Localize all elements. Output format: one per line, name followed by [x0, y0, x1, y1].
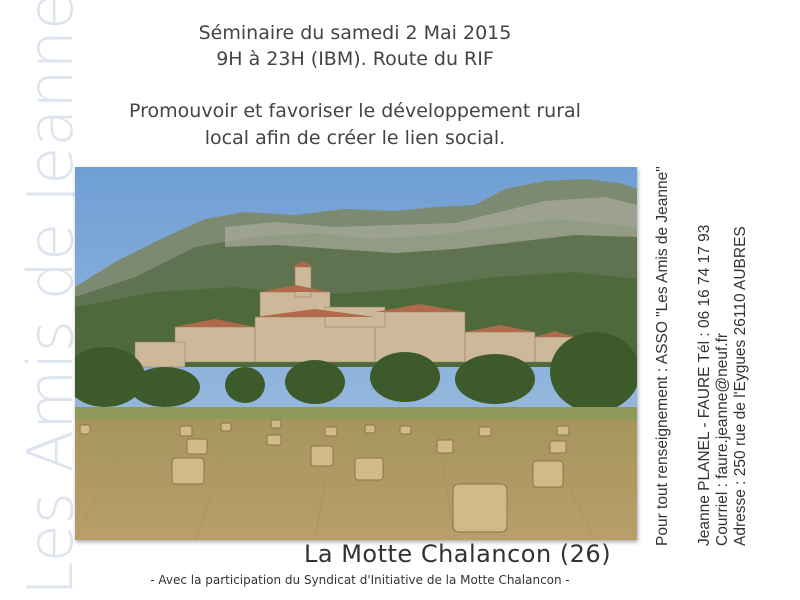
contact-info-line: Pour tout renseignement : ASSO "Les Amis…	[654, 166, 671, 546]
seminar-time: 9H à 23H (IBM). Route du RIF	[216, 48, 494, 70]
contact-person: Jeanne PLANEL - FAURE Tél : 06 16 74 17 …	[696, 224, 713, 546]
seminar-title: Séminaire du samedi 2 Mai 2015	[198, 22, 512, 44]
contact-email: Courriel : faure.jeanne@neuf.fr	[714, 332, 731, 546]
place-name: La Motte Chalancon (26)	[304, 540, 612, 568]
purpose-line-1: Promouvoir et favoriser le développement…	[129, 100, 581, 122]
contact-address: Adresse : 250 rue de l'Eygues 26110 AUBR…	[732, 226, 749, 546]
village-photo	[75, 167, 637, 540]
purpose-line-2: local afin de créer le lien social.	[204, 127, 506, 149]
participation-note: - Avec la participation du Syndicat d'In…	[150, 573, 570, 587]
